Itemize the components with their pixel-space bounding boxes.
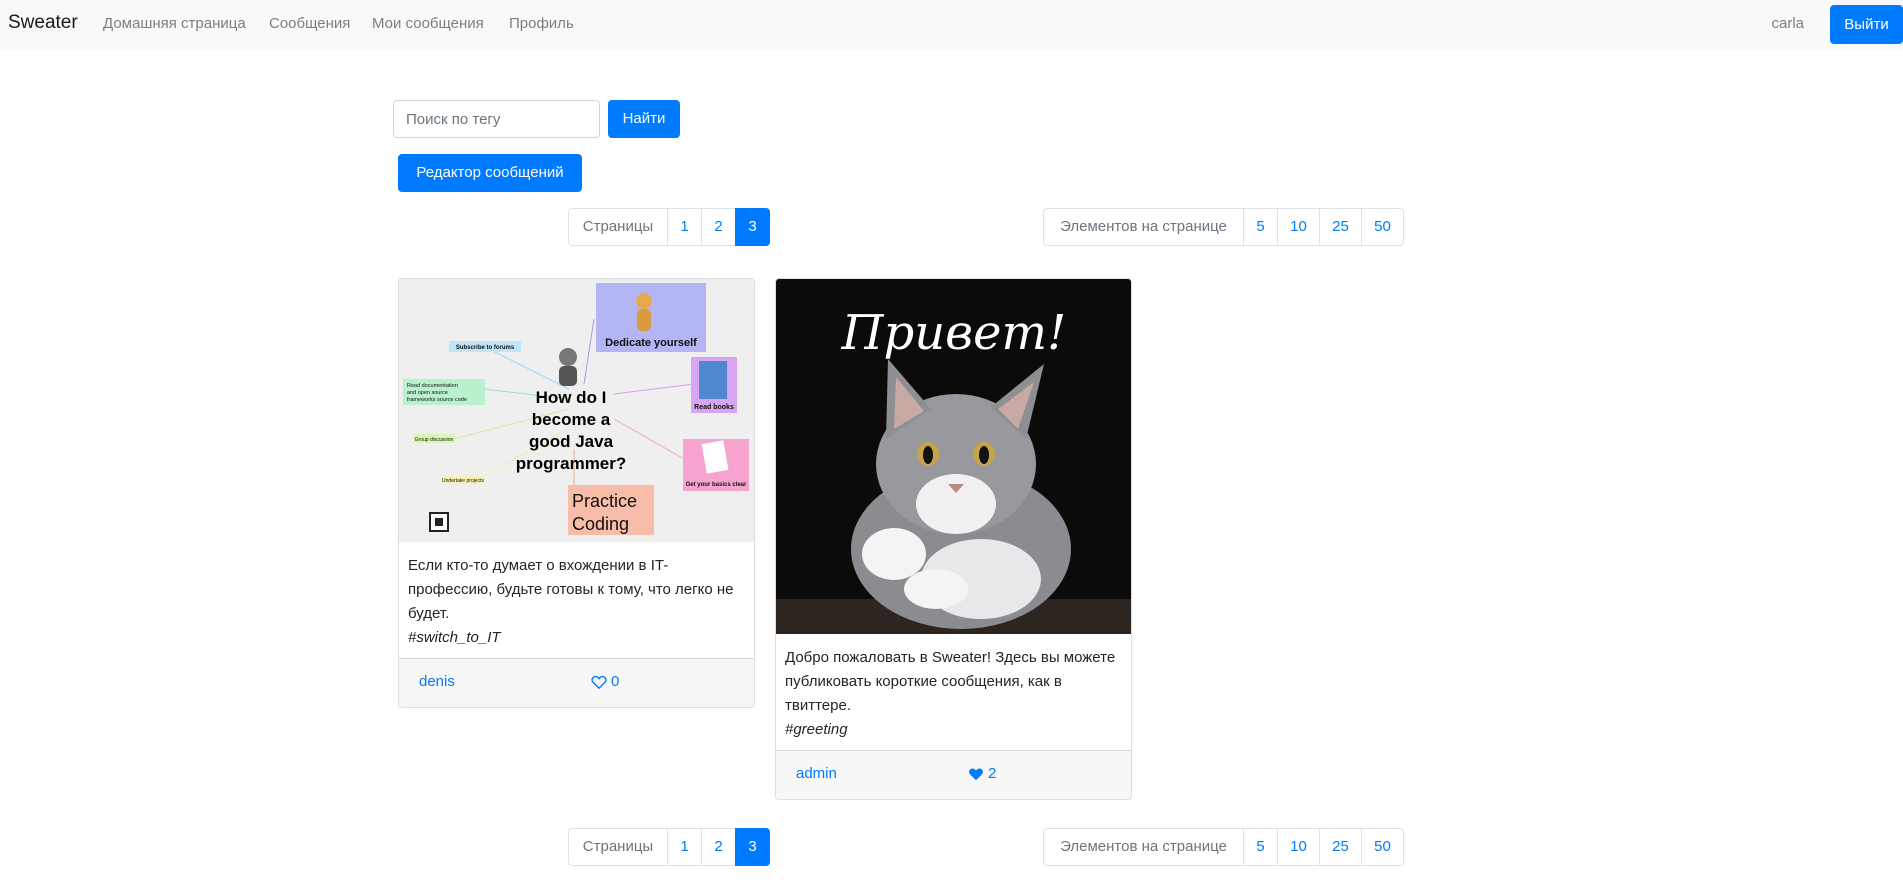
page-link-3[interactable]: 3 [735,828,770,866]
author-link[interactable]: denis [419,673,455,690]
per-page-option-5[interactable]: 5 [1243,828,1278,866]
svg-text:good Java: good Java [529,432,614,451]
per-page-pagination-bottom: Элементов на странице 5 10 25 50 [1043,828,1404,866]
username-label: carla [1771,15,1804,32]
like-button[interactable]: 0 [591,673,619,690]
svg-text:programmer?: programmer? [516,454,627,473]
mindmap-dedicate-text: Dedicate yourself [605,337,697,349]
nav-my-messages-link[interactable]: Мои сообщения [372,15,484,32]
svg-text:become a: become a [532,410,611,429]
mindmap-basics-text: Get your basics clear [686,482,747,488]
page-link-3[interactable]: 3 [735,208,770,246]
nav-messages-link[interactable]: Сообщения [269,15,350,32]
heart-outline-icon [591,675,607,689]
message-card: Dedicate yourself Read books Get your ba… [398,278,755,708]
message-footer: admin 2 [776,750,1131,799]
message-image-cat: Привет! [776,279,1131,634]
per-page-pagination-top: Элементов на странице 5 10 25 50 [1043,208,1404,246]
page-link-2[interactable]: 2 [701,208,736,246]
mindmap-forums-text: Subscribe to forums [456,345,515,351]
message-tag: #switch_to_IT [408,629,501,646]
page-link-1[interactable]: 1 [667,828,702,866]
message-text: Добро пожаловать в Sweater! Здесь вы мож… [785,649,1116,714]
like-count: 0 [611,673,620,690]
brand-link[interactable]: Sweater [8,12,78,34]
svg-text:and open source: and open source [407,390,448,396]
message-image-mindmap: Dedicate yourself Read books Get your ba… [399,279,754,542]
mindmap-practice-text: Practice [572,491,637,511]
per-page-option-10[interactable]: 10 [1277,208,1320,246]
message-editor-button[interactable]: Редактор сообщений [398,154,582,192]
nav-home-link[interactable]: Домашняя страница [103,15,246,32]
tag-search-input[interactable] [393,100,600,138]
navbar: Sweater Домашняя страница Сообщения Мои … [0,0,1903,50]
page-pagination-top: Страницы 1 2 3 [568,208,770,246]
per-page-option-10[interactable]: 10 [1277,828,1320,866]
message-card: Привет! Добро пожаловать в Sweater! Здес… [775,278,1132,800]
per-page-label: Элементов на странице [1043,828,1244,866]
svg-text:Read documentation: Read documentation [407,383,458,389]
per-page-option-50[interactable]: 50 [1361,208,1404,246]
svg-text:Coding: Coding [572,514,629,534]
like-button[interactable]: 2 [968,765,996,782]
pages-label: Страницы [568,208,668,246]
greeting-image-text: Привет! [841,305,1067,361]
like-count: 2 [988,765,997,782]
author-link[interactable]: admin [796,765,837,782]
search-button[interactable]: Найти [608,100,680,138]
per-page-label: Элементов на странице [1043,208,1244,246]
page-link-2[interactable]: 2 [701,828,736,866]
logout-button[interactable]: Выйти [1830,5,1903,44]
pages-label: Страницы [568,828,668,866]
mindmap-read-books-text: Read books [694,404,734,411]
message-text: Если кто-то думает о вхождении в IT-проф… [408,557,734,622]
message-body: Добро пожаловать в Sweater! Здесь вы мож… [776,634,1131,750]
svg-text:How do I: How do I [536,388,607,407]
per-page-option-25[interactable]: 25 [1319,208,1362,246]
page-link-1[interactable]: 1 [667,208,702,246]
per-page-option-50[interactable]: 50 [1361,828,1404,866]
message-footer: denis 0 [399,658,754,707]
message-body: Если кто-то думает о вхождении в IT-проф… [399,542,754,658]
per-page-option-5[interactable]: 5 [1243,208,1278,246]
per-page-option-25[interactable]: 25 [1319,828,1362,866]
svg-text:Undertake projects: Undertake projects [442,478,484,484]
heart-filled-icon [969,768,983,780]
svg-text:Group discussion: Group discussion [415,437,454,443]
message-tag: #greeting [785,721,848,738]
page-pagination-bottom: Страницы 1 2 3 [568,828,770,866]
nav-profile-link[interactable]: Профиль [509,15,574,32]
svg-text:frameworks source code: frameworks source code [407,397,467,403]
